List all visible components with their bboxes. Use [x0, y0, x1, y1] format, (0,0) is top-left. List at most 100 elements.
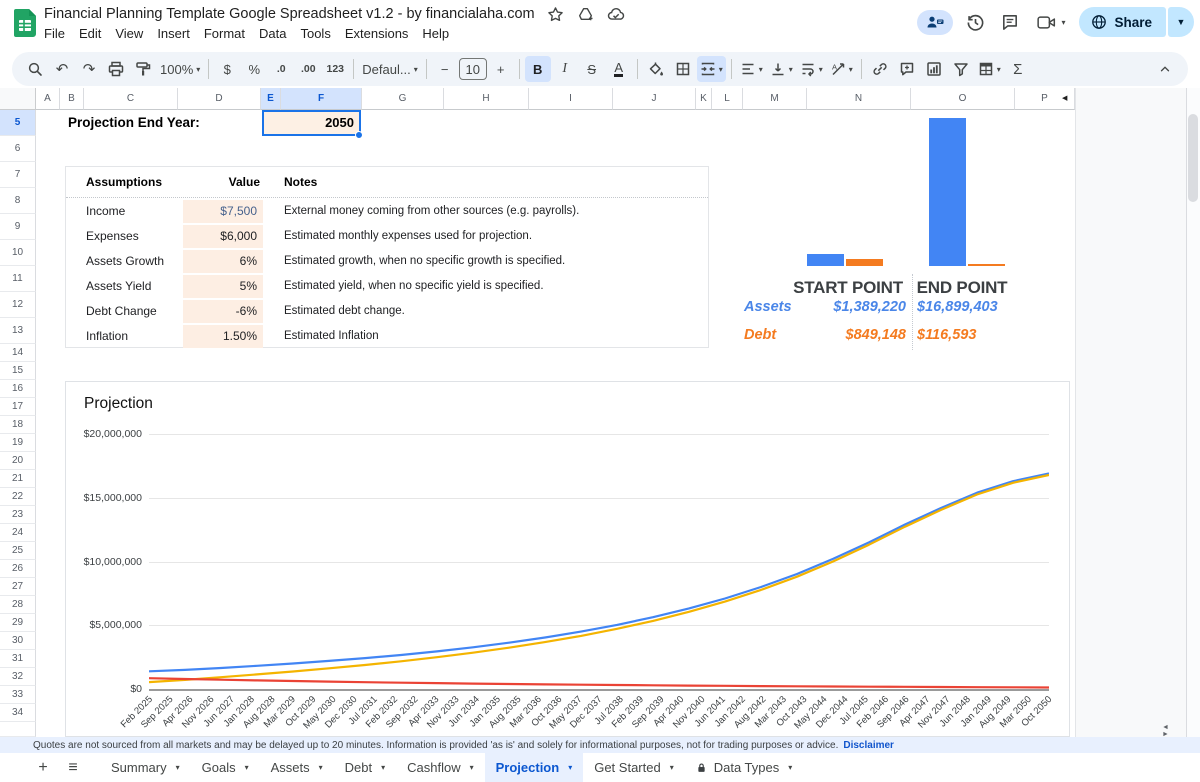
menu-data[interactable]: Data [252, 25, 293, 42]
column-header-J[interactable]: J [613, 88, 696, 110]
tab-summary[interactable]: Summary▾ [100, 753, 191, 782]
meet-call-button[interactable]: ▾ [1032, 9, 1070, 35]
tab-get-started[interactable]: Get Started▾ [583, 753, 685, 782]
column-header-G[interactable]: G [362, 88, 444, 110]
menu-insert[interactable]: Insert [150, 25, 197, 42]
row-header-15[interactable]: 15 [0, 362, 36, 380]
zoom-select-button[interactable]: 100%▾ [157, 56, 203, 82]
menu-file[interactable]: File [37, 25, 72, 42]
column-header-D[interactable]: D [178, 88, 261, 110]
row-header-7[interactable]: 7 [0, 162, 36, 188]
share-button[interactable]: Share [1079, 7, 1166, 37]
column-header-L[interactable]: L [712, 88, 743, 110]
version-history-button[interactable] [962, 9, 988, 35]
strikethrough-button[interactable]: S [579, 56, 605, 82]
row-header-24[interactable]: 24 [0, 524, 36, 542]
paint-format-button[interactable] [130, 56, 156, 82]
comments-button[interactable] [997, 9, 1023, 35]
text-rotation-button[interactable]: A▾ [827, 56, 856, 82]
redo-button[interactable]: ↷ [76, 56, 102, 82]
insert-link-button[interactable] [867, 56, 893, 82]
font-size-button[interactable]: 10 [459, 58, 487, 80]
column-header-O[interactable]: O [911, 88, 1015, 110]
search-button[interactable] [22, 56, 48, 82]
menu-edit[interactable]: Edit [72, 25, 108, 42]
create-filter-button[interactable] [948, 56, 974, 82]
tab-projection[interactable]: Projection▾ [485, 753, 584, 782]
column-header-N[interactable]: N [807, 88, 911, 110]
all-sheets-button[interactable]: ≡ [58, 753, 88, 782]
column-header-E[interactable]: E [261, 88, 281, 110]
fill-color-button[interactable] [643, 56, 669, 82]
undo-button[interactable]: ↶ [49, 56, 75, 82]
tab-assets[interactable]: Assets▾ [260, 753, 334, 782]
row-header-19[interactable]: 19 [0, 434, 36, 452]
more-formats-button[interactable]: 123 [322, 56, 348, 82]
row-header-8[interactable]: 8 [0, 188, 36, 214]
horizontal-align-button[interactable]: ▾ [737, 56, 766, 82]
row-header-20[interactable]: 20 [0, 452, 36, 470]
column-header-A[interactable]: A [36, 88, 60, 110]
merge-cells-button[interactable]: ▾ [697, 56, 726, 82]
assumption-value-cell[interactable]: 6% [183, 250, 263, 273]
assumption-value-cell[interactable]: $7,500 [183, 200, 263, 223]
column-header-H[interactable]: H [444, 88, 529, 110]
row-header-33[interactable]: 33 [0, 686, 36, 704]
projection-chart[interactable]: Projection $20,000,000$15,000,000$10,000… [65, 381, 1070, 737]
row-header-6[interactable]: 6 [0, 136, 36, 162]
insert-chart-button[interactable] [921, 56, 947, 82]
column-header-K[interactable]: K [696, 88, 712, 110]
star-icon[interactable] [547, 5, 565, 23]
insert-comment-button[interactable] [894, 56, 920, 82]
column-header-C[interactable]: C [84, 88, 178, 110]
row-header-34[interactable]: 34 [0, 704, 36, 722]
functions-button[interactable]: Σ [1005, 56, 1031, 82]
selected-cell-projection-end-year[interactable]: 2050 [262, 110, 361, 136]
spreadsheet-grid[interactable]: ABCDEFGHIJKLMNOP◀ 5678910111213141516171… [0, 88, 1200, 737]
disclaimer-link[interactable]: Disclaimer [843, 740, 894, 751]
vertical-align-button[interactable]: ▾ [767, 56, 796, 82]
assumption-value-cell[interactable]: 1.50% [183, 325, 263, 348]
assumption-value-cell[interactable]: -6% [183, 300, 263, 323]
column-header-M[interactable]: M [743, 88, 807, 110]
tab-data-types[interactable]: Data Types▾ [685, 753, 804, 782]
tab-cashflow[interactable]: Cashflow▾ [396, 753, 484, 782]
decrease-decimals-button[interactable]: .0 [268, 56, 294, 82]
row-header-32[interactable]: 32 [0, 668, 36, 686]
text-wrap-button[interactable]: ▾ [797, 56, 826, 82]
row-header-partial[interactable] [0, 722, 36, 737]
increase-decimals-button[interactable]: .00 [295, 56, 321, 82]
row-header-21[interactable]: 21 [0, 470, 36, 488]
row-header-13[interactable]: 13 [0, 318, 36, 344]
google-sheets-logo-icon[interactable] [14, 9, 36, 37]
projection-end-year-label-cell[interactable]: Projection End Year: [68, 110, 200, 136]
row-header-11[interactable]: 11 [0, 266, 36, 292]
decrease-font-size-button[interactable]: − [432, 56, 458, 82]
row-header-31[interactable]: 31 [0, 650, 36, 668]
row-header-30[interactable]: 30 [0, 632, 36, 650]
horizontal-scroll-arrows[interactable]: ◄ ► [1162, 724, 1200, 737]
row-header-27[interactable]: 27 [0, 578, 36, 596]
column-header-B[interactable]: B [60, 88, 84, 110]
row-header-9[interactable]: 9 [0, 214, 36, 240]
tab-debt[interactable]: Debt▾ [334, 753, 396, 782]
italic-button[interactable]: I [552, 56, 578, 82]
assumption-value-cell[interactable]: 5% [183, 275, 263, 298]
add-to-drive-icon[interactable] [577, 5, 595, 23]
vertical-scrollbar-thumb[interactable] [1188, 114, 1198, 202]
row-header-28[interactable]: 28 [0, 596, 36, 614]
menu-help[interactable]: Help [415, 25, 456, 42]
menu-view[interactable]: View [108, 25, 150, 42]
bold-button[interactable]: B [525, 56, 551, 82]
row-header-26[interactable]: 26 [0, 560, 36, 578]
document-title[interactable]: Financial Planning Template Google Sprea… [44, 6, 535, 22]
format-currency-button[interactable]: $ [214, 56, 240, 82]
collapse-toolbar-button[interactable] [1152, 56, 1178, 82]
row-header-14[interactable]: 14 [0, 344, 36, 362]
format-percent-button[interactable]: % [241, 56, 267, 82]
row-header-16[interactable]: 16 [0, 380, 36, 398]
menu-tools[interactable]: Tools [293, 25, 337, 42]
row-header-17[interactable]: 17 [0, 398, 36, 416]
row-header-29[interactable]: 29 [0, 614, 36, 632]
menu-extensions[interactable]: Extensions [338, 25, 416, 42]
